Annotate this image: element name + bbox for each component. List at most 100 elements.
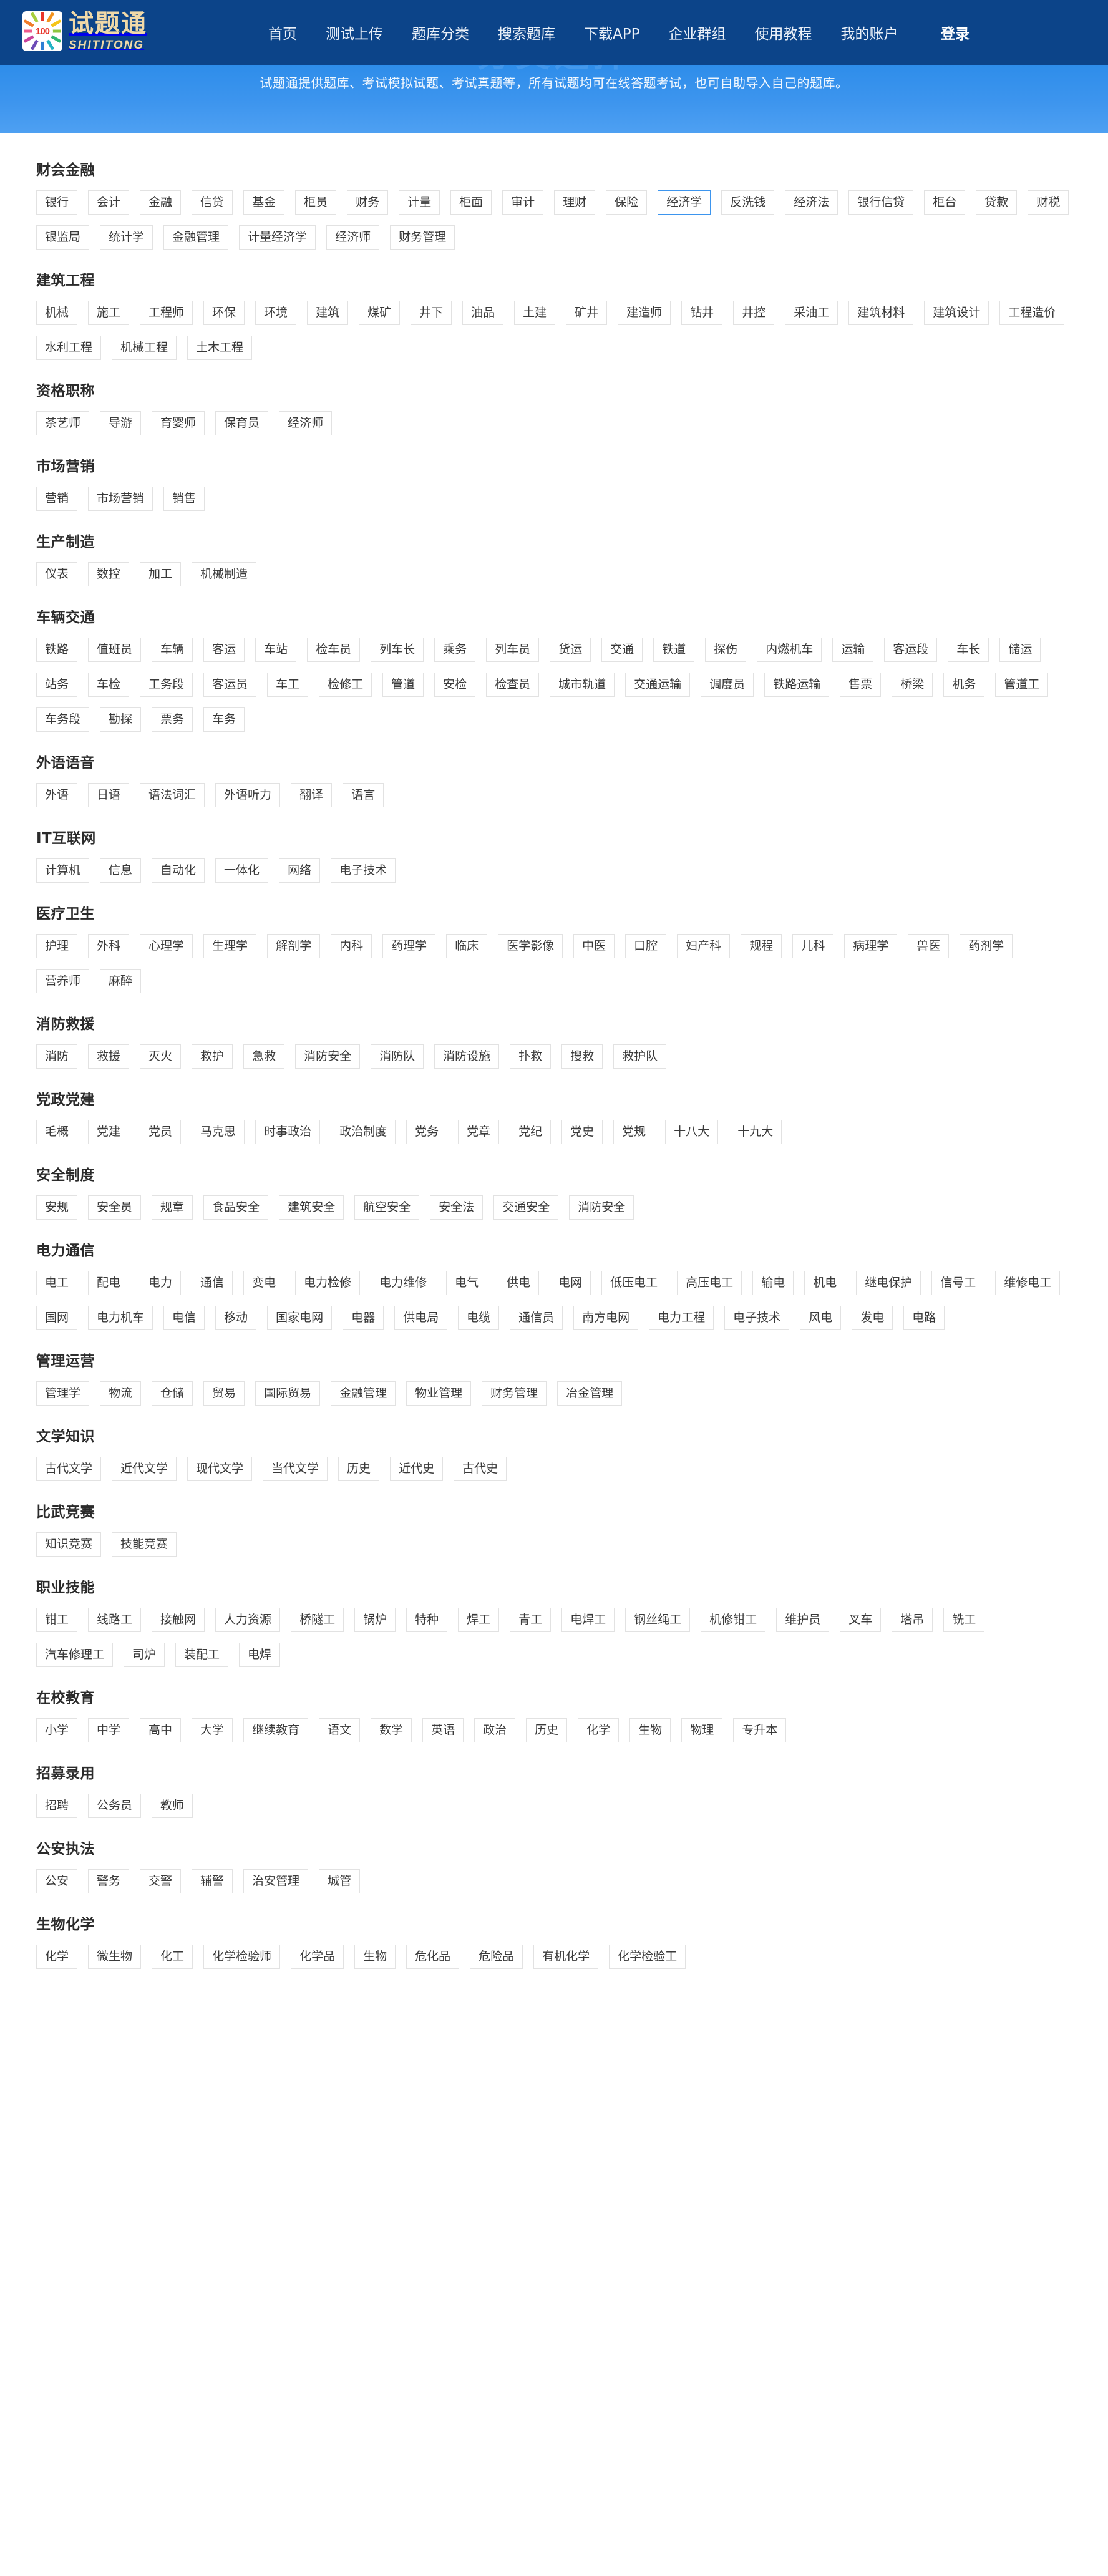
category-tag[interactable]: 检修工 bbox=[319, 673, 372, 697]
nav-item-search-question-bank[interactable]: 搜索题库 bbox=[498, 22, 555, 43]
category-tag[interactable]: 检车员 bbox=[307, 638, 361, 662]
nav-item-my-account[interactable]: 我的账户 bbox=[840, 22, 898, 43]
category-tag[interactable]: 变电 bbox=[243, 1271, 285, 1295]
category-tag[interactable]: 金融管理 bbox=[331, 1381, 396, 1406]
category-tag[interactable]: 铁道 bbox=[653, 638, 695, 662]
category-tag[interactable]: 财税 bbox=[1028, 190, 1069, 215]
category-tag[interactable]: 高中 bbox=[140, 1718, 182, 1742]
category-tag[interactable]: 保育员 bbox=[215, 411, 269, 435]
category-tag[interactable]: 塔吊 bbox=[892, 1608, 933, 1632]
category-tag[interactable]: 建筑设计 bbox=[924, 301, 989, 325]
category-tag[interactable]: 储运 bbox=[999, 638, 1041, 662]
category-tag[interactable]: 维修电工 bbox=[995, 1271, 1061, 1295]
category-tag[interactable]: 叉车 bbox=[840, 1608, 882, 1632]
category-tag[interactable]: 风电 bbox=[800, 1306, 842, 1330]
category-tag[interactable]: 口腔 bbox=[625, 934, 667, 958]
category-tag[interactable]: 解剖学 bbox=[267, 934, 321, 958]
category-tag[interactable]: 中学 bbox=[88, 1718, 130, 1742]
category-tag[interactable]: 车工 bbox=[267, 673, 309, 697]
category-tag[interactable]: 自动化 bbox=[152, 858, 205, 883]
category-tag[interactable]: 化学 bbox=[36, 1945, 78, 1969]
category-tag[interactable]: 历史 bbox=[338, 1457, 380, 1481]
category-tag[interactable]: 钢丝绳工 bbox=[625, 1608, 691, 1632]
category-tag[interactable]: 外科 bbox=[88, 934, 130, 958]
category-tag[interactable]: 国家电网 bbox=[267, 1306, 333, 1330]
category-tag[interactable]: 列车员 bbox=[486, 638, 540, 662]
category-tag[interactable]: 机械 bbox=[36, 301, 78, 325]
category-tag[interactable]: 仓储 bbox=[152, 1381, 193, 1406]
category-tag[interactable]: 党务 bbox=[406, 1120, 448, 1144]
category-tag[interactable]: 机械工程 bbox=[112, 336, 177, 360]
category-tag[interactable]: 心理学 bbox=[140, 934, 193, 958]
category-tag[interactable]: 经济师 bbox=[279, 411, 333, 435]
category-tag[interactable]: 信息 bbox=[100, 858, 142, 883]
category-tag[interactable]: 南方电网 bbox=[573, 1306, 639, 1330]
category-tag[interactable]: 辅警 bbox=[192, 1869, 233, 1893]
category-tag[interactable]: 党建 bbox=[88, 1120, 130, 1144]
category-tag[interactable]: 车务 bbox=[203, 707, 245, 732]
nav-item-download-app[interactable]: 下载APP bbox=[584, 22, 639, 43]
category-tag[interactable]: 日语 bbox=[88, 783, 130, 807]
category-tag[interactable]: 交通 bbox=[601, 638, 643, 662]
category-tag[interactable]: 消防 bbox=[36, 1044, 78, 1069]
category-tag[interactable]: 安全法 bbox=[430, 1195, 484, 1220]
category-tag[interactable]: 会计 bbox=[88, 190, 130, 215]
category-tag[interactable]: 近代文学 bbox=[112, 1457, 177, 1481]
category-tag[interactable]: 技能竞赛 bbox=[112, 1532, 177, 1557]
category-tag[interactable]: 育婴师 bbox=[152, 411, 205, 435]
category-tag[interactable]: 电力维修 bbox=[371, 1271, 436, 1295]
category-tag[interactable]: 物理 bbox=[681, 1718, 723, 1742]
nav-item-test-upload[interactable]: 测试上传 bbox=[326, 22, 383, 43]
category-tag[interactable]: 列车长 bbox=[371, 638, 424, 662]
category-tag[interactable]: 银行 bbox=[36, 190, 78, 215]
category-tag[interactable]: 煤矿 bbox=[359, 301, 401, 325]
category-tag[interactable]: 锅炉 bbox=[354, 1608, 396, 1632]
category-tag[interactable]: 接触网 bbox=[152, 1608, 205, 1632]
category-tag[interactable]: 交通运输 bbox=[625, 673, 691, 697]
category-tag[interactable]: 药理学 bbox=[382, 934, 436, 958]
category-tag[interactable]: 时事政治 bbox=[255, 1120, 321, 1144]
category-tag[interactable]: 党纪 bbox=[510, 1120, 552, 1144]
category-tag[interactable]: 电路 bbox=[903, 1306, 945, 1330]
category-tag[interactable]: 教师 bbox=[152, 1794, 193, 1818]
category-tag[interactable]: 消防队 bbox=[371, 1044, 424, 1069]
category-tag[interactable]: 电信 bbox=[163, 1306, 205, 1330]
category-tag[interactable]: 车站 bbox=[255, 638, 297, 662]
category-tag[interactable]: 营销 bbox=[36, 487, 78, 511]
category-tag[interactable]: 售票 bbox=[840, 673, 882, 697]
category-tag[interactable]: 内科 bbox=[331, 934, 372, 958]
category-tag[interactable]: 加工 bbox=[140, 562, 182, 586]
category-tag[interactable]: 英语 bbox=[422, 1718, 464, 1742]
nav-item-home[interactable]: 首页 bbox=[268, 22, 297, 43]
category-tag[interactable]: 十九大 bbox=[729, 1120, 782, 1144]
category-tag[interactable]: 移动 bbox=[215, 1306, 257, 1330]
category-tag[interactable]: 知识竞赛 bbox=[36, 1532, 102, 1557]
category-tag[interactable]: 政治制度 bbox=[331, 1120, 396, 1144]
category-tag[interactable]: 理财 bbox=[554, 190, 596, 215]
category-tag[interactable]: 水利工程 bbox=[36, 336, 102, 360]
category-tag[interactable]: 数控 bbox=[88, 562, 130, 586]
category-tag[interactable]: 语文 bbox=[319, 1718, 361, 1742]
category-tag[interactable]: 青工 bbox=[510, 1608, 552, 1632]
category-tag[interactable]: 生理学 bbox=[203, 934, 257, 958]
category-tag[interactable]: 金融管理 bbox=[163, 225, 229, 250]
category-tag[interactable]: 经济法 bbox=[785, 190, 838, 215]
category-tag[interactable]: 财务管理 bbox=[482, 1381, 547, 1406]
category-tag[interactable]: 机务 bbox=[943, 673, 985, 697]
category-tag[interactable]: 电缆 bbox=[458, 1306, 500, 1330]
category-tag[interactable]: 病理学 bbox=[844, 934, 898, 958]
category-tag[interactable]: 城市轨道 bbox=[550, 673, 615, 697]
category-tag[interactable]: 救援 bbox=[88, 1044, 130, 1069]
category-tag[interactable]: 生物 bbox=[629, 1718, 671, 1742]
category-tag[interactable]: 消防安全 bbox=[295, 1044, 361, 1069]
category-tag[interactable]: 运输 bbox=[832, 638, 874, 662]
category-tag[interactable]: 工务段 bbox=[140, 673, 193, 697]
category-tag[interactable]: 航空安全 bbox=[354, 1195, 420, 1220]
category-tag[interactable]: 语法词汇 bbox=[140, 783, 205, 807]
category-tag[interactable]: 物流 bbox=[100, 1381, 142, 1406]
category-tag[interactable]: 铁路 bbox=[36, 638, 78, 662]
category-tag[interactable]: 临床 bbox=[446, 934, 488, 958]
category-tag[interactable]: 反洗钱 bbox=[721, 190, 775, 215]
category-tag[interactable]: 毛概 bbox=[36, 1120, 78, 1144]
category-tag[interactable]: 销售 bbox=[163, 487, 205, 511]
